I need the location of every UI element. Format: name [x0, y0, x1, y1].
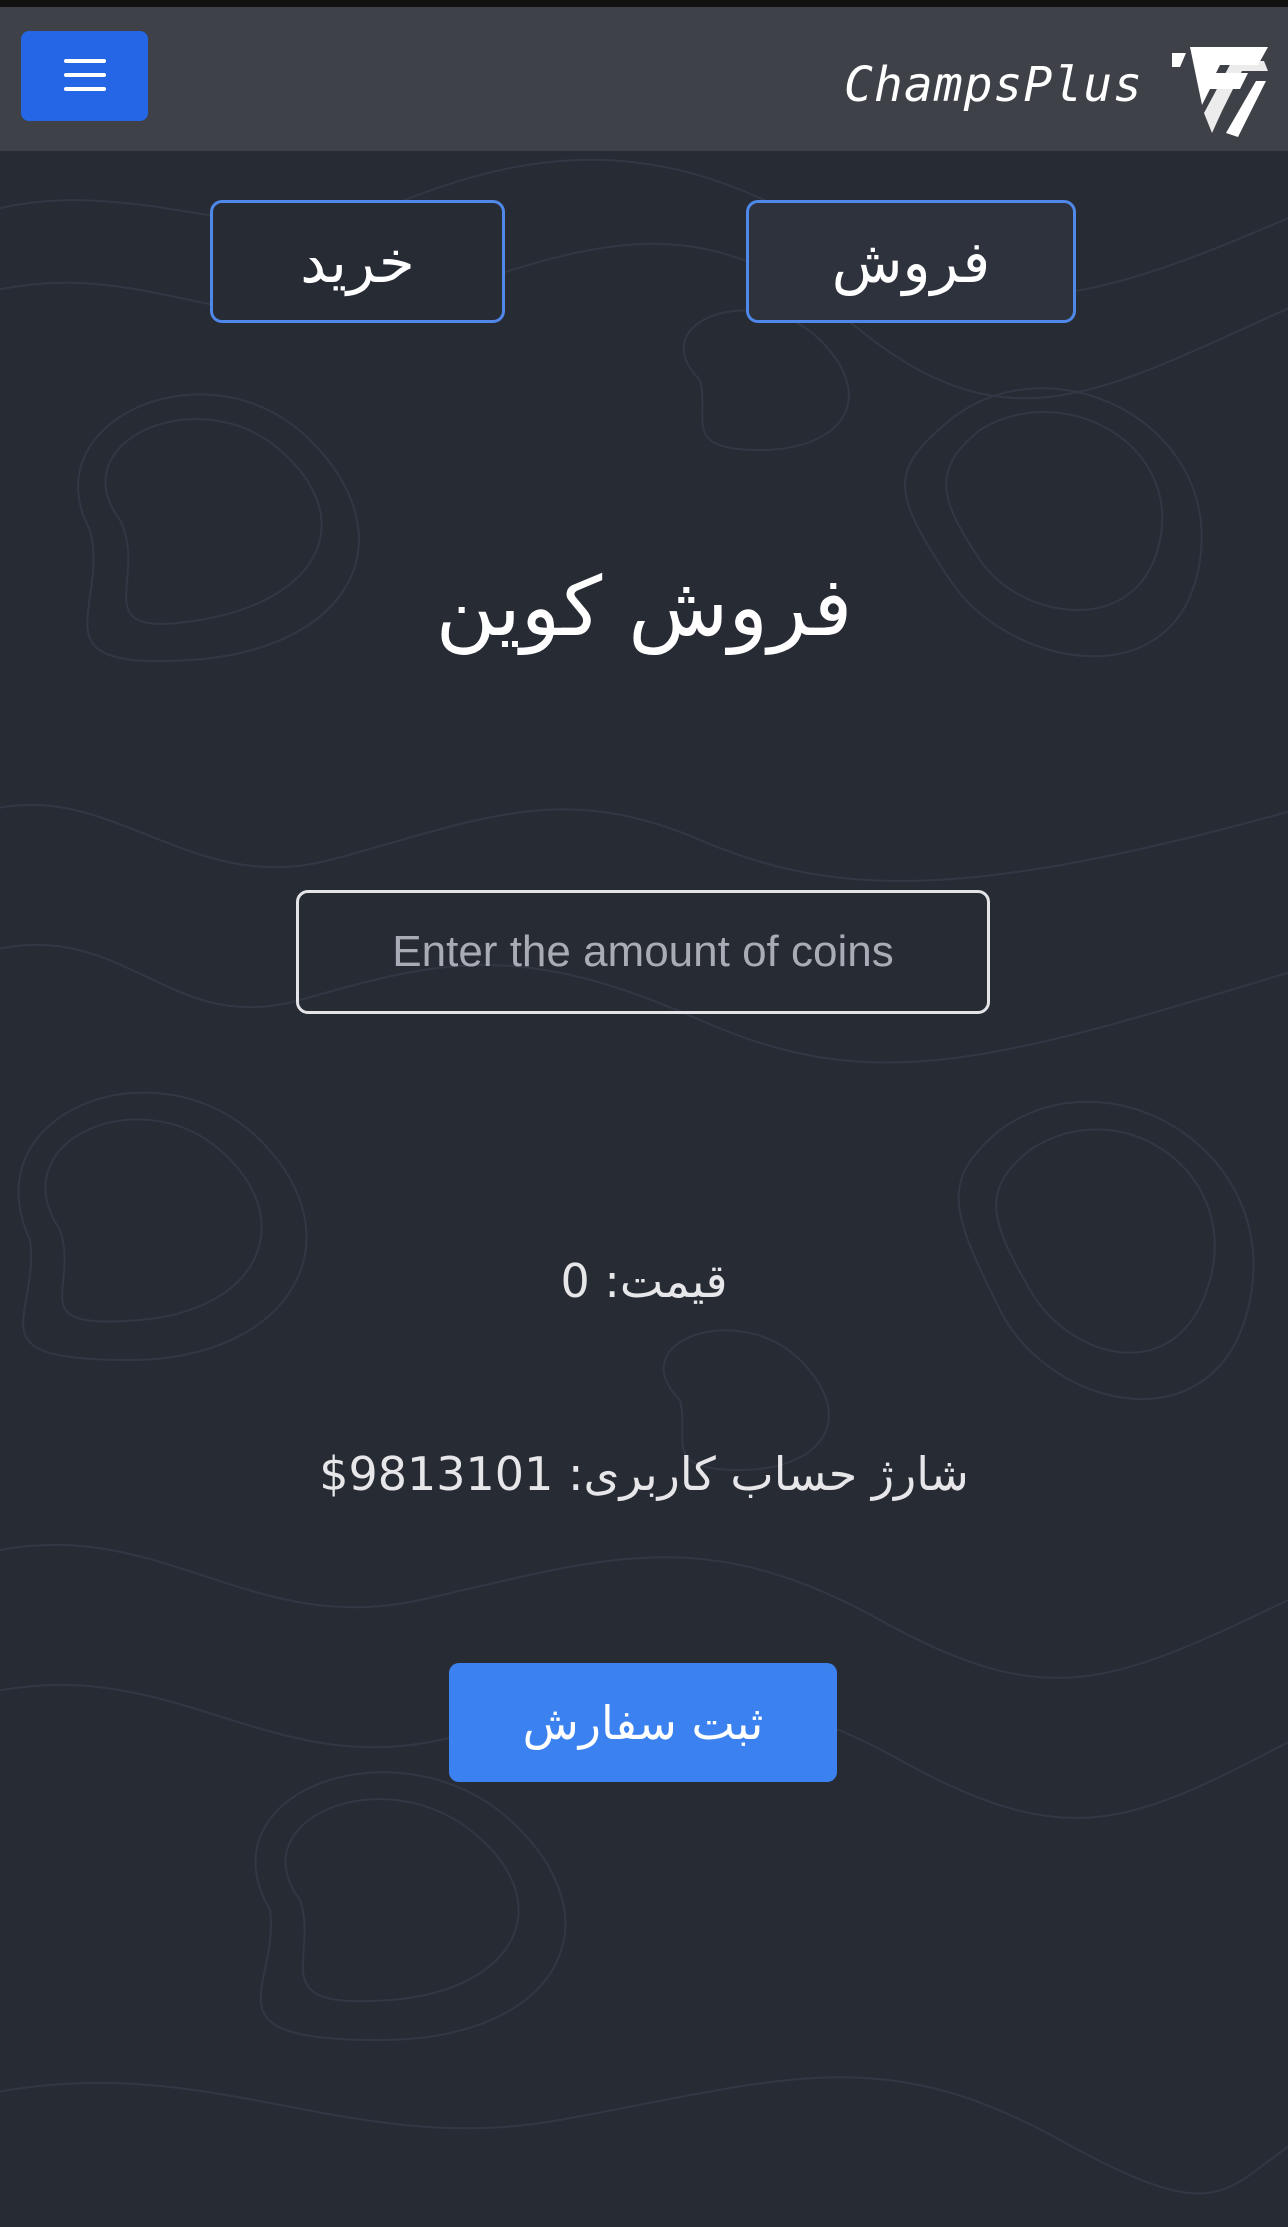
tab-sell[interactable]: فروش	[746, 200, 1076, 323]
fc-logo-icon[interactable]	[1168, 37, 1270, 141]
price-text: قیمت: 0	[560, 1254, 728, 1308]
brand-name[interactable]: ChampsPlus	[844, 57, 1143, 113]
page-title: فروش کوین	[435, 560, 853, 655]
top-navbar: ChampsPlus	[0, 0, 1288, 151]
account-balance-text: شارژ حساب کاربری: 9813101$	[319, 1447, 969, 1501]
coin-amount-input[interactable]	[296, 890, 990, 1014]
tab-buy[interactable]: خرید	[210, 200, 505, 323]
topographic-background	[0, 158, 1288, 2195]
menu-button[interactable]	[21, 31, 148, 121]
submit-order-button[interactable]: ثبت سفارش	[449, 1663, 837, 1782]
